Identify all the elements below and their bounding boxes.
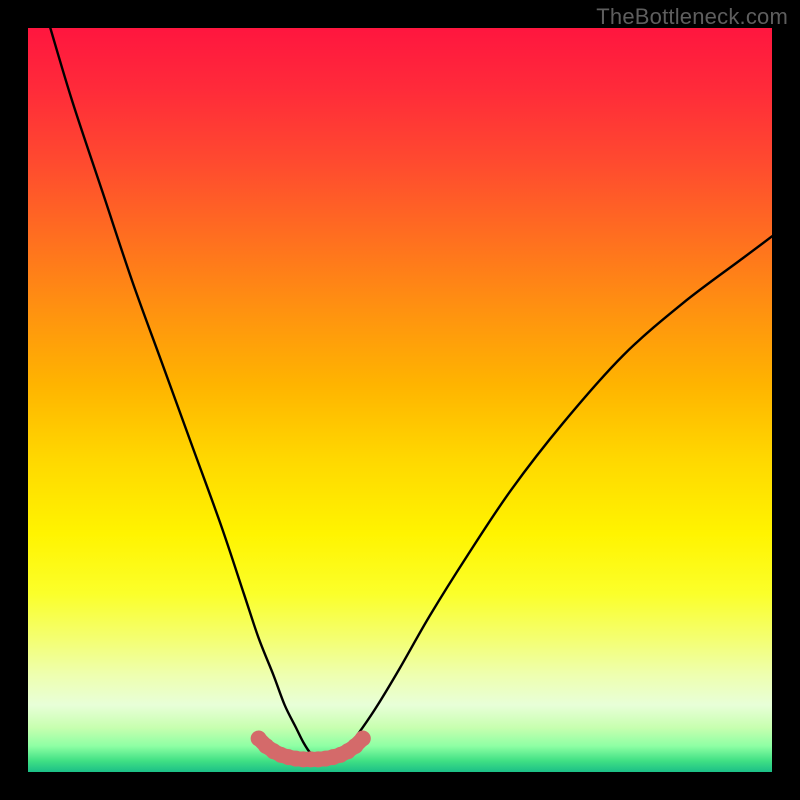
bottleneck-curve	[50, 28, 772, 761]
chart-frame	[28, 28, 772, 772]
optimal-marker	[355, 731, 371, 747]
chart-svg	[28, 28, 772, 772]
watermark-text: TheBottleneck.com	[596, 4, 788, 30]
optimal-band-markers	[251, 731, 371, 768]
